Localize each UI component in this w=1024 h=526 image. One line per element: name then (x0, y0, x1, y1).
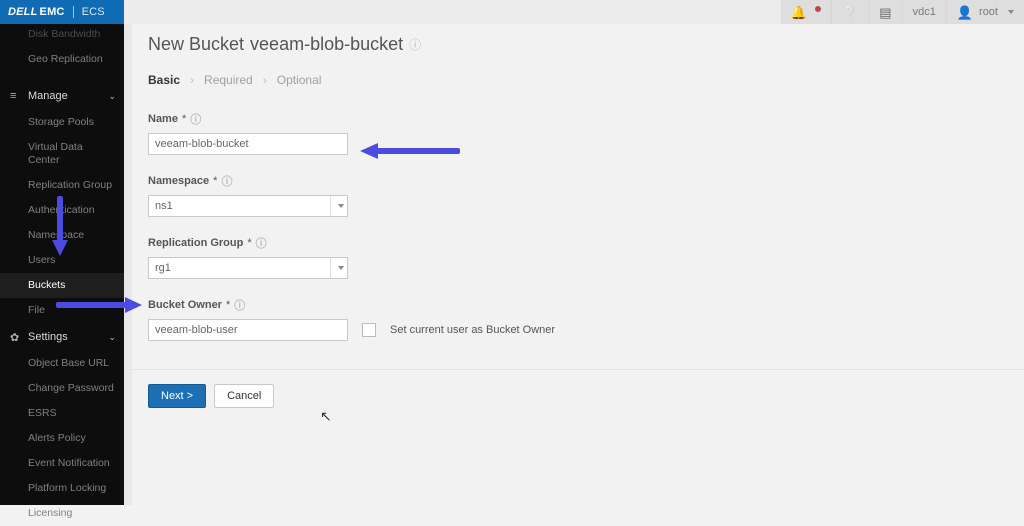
caret-down-icon (1008, 10, 1014, 14)
next-button[interactable]: Next > (148, 384, 206, 408)
brand-product: ECS (82, 6, 105, 18)
page-title-object: veeam-blob-bucket (250, 34, 403, 55)
brand-dell: DELL (8, 6, 38, 18)
sidebar-item-change-password[interactable]: Change Password (0, 376, 124, 401)
help-icon[interactable]: ⓘ (409, 36, 421, 53)
content-area: New Bucket veeam-blob-bucket ⓘ Basic › R… (132, 24, 1024, 505)
chevron-down-icon: ⌄ (108, 91, 116, 102)
caret-down-icon (330, 196, 347, 216)
sidebar-item-object-base-url[interactable]: Object Base URL (0, 351, 124, 376)
caret-down-icon (330, 258, 347, 278)
chevron-right-icon: › (190, 73, 194, 87)
replication-value: rg1 (155, 262, 171, 274)
bucket-form: Name * ⓘ Namespace * ⓘ ns1 Replication G… (148, 111, 788, 341)
header-alerts[interactable]: 🔔 (781, 0, 831, 24)
scrollbar-vertical[interactable] (124, 24, 132, 505)
wizard-actions: Next > Cancel (132, 369, 1024, 422)
required-mark: * (182, 113, 186, 125)
header-vdc-picker[interactable]: vdc1 (902, 0, 946, 24)
sidebar-item-vdc[interactable]: Virtual Data Center (0, 135, 124, 173)
chevron-right-icon: › (263, 73, 267, 87)
namespace-select[interactable]: ns1 (148, 195, 348, 217)
gear-icon: ✿ (10, 331, 22, 344)
list-icon: ≡ (10, 90, 22, 102)
replication-group-select[interactable]: rg1 (148, 257, 348, 279)
bell-icon: 🔔 (791, 6, 807, 19)
header-user-menu[interactable]: 👤 root (946, 0, 1024, 24)
namespace-label: Namespace (148, 175, 209, 187)
help-icon[interactable]: ⓘ (221, 173, 232, 189)
sidebar-item-storage-pools[interactable]: Storage Pools (0, 110, 124, 135)
user-icon: 👤 (957, 6, 973, 19)
set-current-user-checkbox[interactable] (362, 323, 376, 337)
namespace-value: ns1 (155, 200, 173, 212)
name-input[interactable] (148, 133, 348, 155)
sidebar-item-alerts-policy[interactable]: Alerts Policy (0, 426, 124, 451)
bucket-owner-input[interactable] (148, 319, 348, 341)
help-icon: ❔ (842, 6, 858, 19)
set-current-user-label: Set current user as Bucket Owner (390, 324, 555, 336)
name-label: Name (148, 113, 178, 125)
sidebar-item-namespace[interactable]: Namespace (0, 223, 124, 248)
sidebar-item-geo-replication[interactable]: Geo Replication (0, 47, 124, 72)
sidebar-item-authentication[interactable]: Authentication (0, 198, 124, 223)
header-user-label: root (979, 6, 998, 18)
sidebar: DELL EMC ECS Disk Bandwidth Geo Replicat… (0, 0, 124, 505)
sidebar-item-file[interactable]: File (0, 298, 124, 323)
brand-bar: DELL EMC ECS (0, 0, 124, 24)
sidebar-group-manage-label: Manage (28, 90, 68, 102)
page-title: New Bucket veeam-blob-bucket ⓘ (148, 34, 1024, 55)
header-bar: 🔔 ❔ ▤ vdc1 👤 root (124, 0, 1024, 25)
sidebar-item-platform-locking[interactable]: Platform Locking (0, 476, 124, 501)
cancel-button[interactable]: Cancel (214, 384, 274, 408)
help-icon[interactable]: ⓘ (190, 111, 201, 127)
dashboard-icon: ▤ (879, 6, 891, 19)
required-mark: * (213, 175, 217, 187)
sidebar-item-event-notification[interactable]: Event Notification (0, 451, 124, 476)
alert-badge (815, 6, 821, 12)
sidebar-item-users[interactable]: Users (0, 248, 124, 273)
wizard-step-optional[interactable]: Optional (277, 73, 322, 87)
sidebar-item-esrs[interactable]: ESRS (0, 401, 124, 426)
chevron-down-icon: ⌄ (108, 332, 116, 343)
required-mark: * (247, 237, 251, 249)
page-title-prefix: New Bucket (148, 34, 244, 55)
header-help[interactable]: ❔ (831, 0, 868, 24)
sidebar-item-replication-group[interactable]: Replication Group (0, 173, 124, 198)
sidebar-item-buckets[interactable]: Buckets (0, 273, 124, 298)
brand-divider (73, 6, 74, 18)
wizard-step-basic[interactable]: Basic (148, 73, 180, 87)
owner-label: Bucket Owner (148, 299, 222, 311)
sidebar-group-settings[interactable]: ✿ Settings ⌄ (0, 323, 124, 351)
brand-emc: EMC (40, 6, 65, 18)
header-dashboard[interactable]: ▤ (868, 0, 901, 24)
sidebar-group-settings-label: Settings (28, 331, 68, 343)
required-mark: * (226, 299, 230, 311)
help-icon[interactable]: ⓘ (234, 297, 245, 313)
wizard-step-required[interactable]: Required (204, 73, 253, 87)
sidebar-item-disk-bandwidth[interactable]: Disk Bandwidth (0, 24, 124, 47)
header-vdc-label: vdc1 (913, 6, 936, 18)
replication-label: Replication Group (148, 237, 243, 249)
help-icon[interactable]: ⓘ (256, 235, 267, 251)
wizard-steps: Basic › Required › Optional (148, 73, 1024, 87)
sidebar-group-manage[interactable]: ≡ Manage ⌄ (0, 82, 124, 110)
